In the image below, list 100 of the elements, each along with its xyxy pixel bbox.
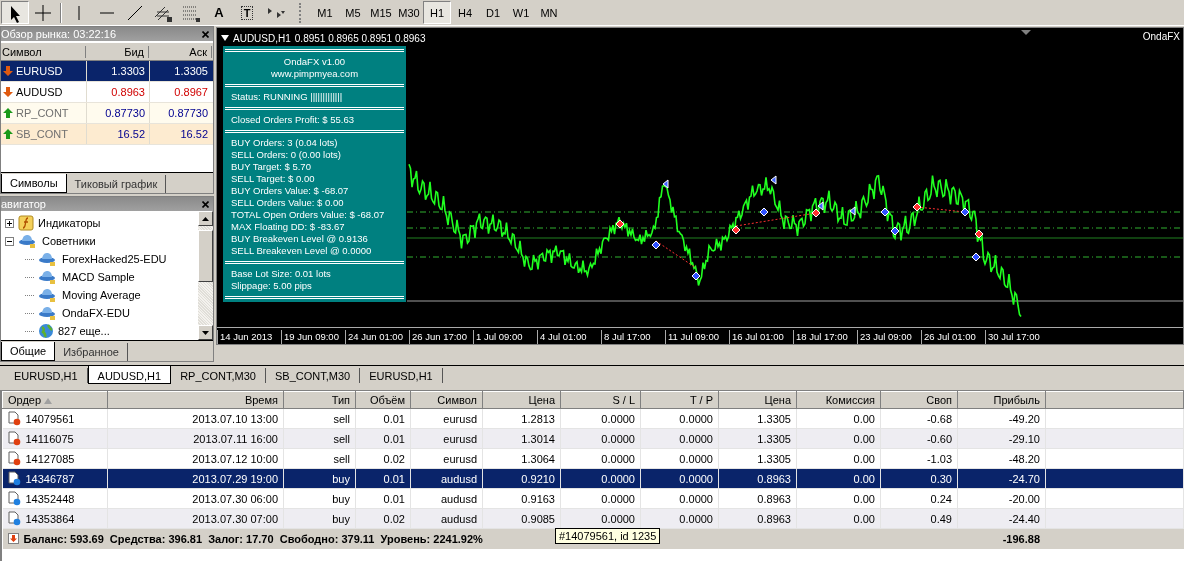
tree-item[interactable]: MACD Sample (62, 271, 135, 283)
column-header[interactable]: Цена (718, 391, 797, 409)
chart-tab[interactable]: EURUSD,H1 (5, 368, 88, 383)
tree-item[interactable]: Советники (42, 235, 96, 247)
timeframe-button[interactable]: W1 (507, 1, 535, 24)
timeframe-button[interactable]: D1 (479, 1, 507, 24)
timeframe-button[interactable]: MN (535, 1, 563, 24)
info-line: SELL Breakeven Level @ 0.0000 (231, 245, 373, 257)
table-cell: sell (283, 408, 356, 429)
order-row[interactable]: 14346787 2013.07.29 19:00 buy 0.01 audusd 0.9210 0.0000 0.0000 0.8963 0.00 0.30 -24.70 (2, 468, 1184, 489)
chart-tab[interactable]: RP_CONT,M30 (171, 368, 266, 383)
table-cell: 0.9163 (482, 488, 561, 509)
timeframe-button[interactable]: H1 (423, 1, 451, 24)
column-header[interactable]: Бид (86, 45, 149, 58)
panel-tab[interactable]: Общие (1, 342, 56, 361)
symbol-text: EURUSD (16, 65, 63, 77)
order-row[interactable]: 14079561 2013.07.10 13:00 sell 0.01 eurusd 1.2813 0.0000 0.0000 1.3305 0.00 -0.68 -49.20 (2, 408, 1184, 429)
hat-icon (38, 305, 58, 321)
column-header[interactable]: Тип (283, 391, 356, 409)
table-cell: eurusd (410, 448, 483, 469)
expand-box-icon[interactable] (5, 236, 14, 246)
table-cell: 2013.07.10 13:00 (107, 408, 284, 429)
table-cell: 0.0000 (640, 488, 719, 509)
panel-tab[interactable]: Символы (1, 174, 67, 193)
table-cell: 0.00 (796, 408, 881, 429)
chart-tab[interactable]: AUDUSD,H1 (87, 366, 172, 384)
table-cell: 0.8963 (718, 488, 797, 509)
timeframe-button[interactable]: M15 (367, 1, 395, 24)
sell-order-icon (7, 451, 21, 466)
market-row[interactable]: EURUSD 1.3303 1.3305 (1, 61, 213, 82)
tree-item[interactable]: 827 еще... (58, 325, 110, 337)
scrollbar[interactable] (198, 211, 213, 340)
column-header[interactable]: Прибыль (957, 391, 1046, 409)
column-header[interactable]: Объём (355, 391, 411, 409)
table-cell: 0.24 (880, 488, 958, 509)
time-label: 26 Jul 01:00 (921, 330, 985, 344)
dropdown-triangle-icon[interactable] (221, 35, 229, 41)
chart-tab[interactable]: EURUSD,H1 (360, 368, 443, 383)
info-line: BUY Target: $ 5.70 (231, 161, 312, 173)
down-arrow-icon (7, 533, 19, 544)
cursor-tool[interactable] (1, 1, 29, 24)
column-header[interactable]: Аск (149, 45, 212, 58)
table-cell: 14116075 (25, 432, 74, 445)
tree-item[interactable]: ForexHacked25-EDU (62, 253, 167, 265)
ask-price: 16.52 (149, 124, 212, 144)
order-row[interactable]: 14127085 2013.07.12 10:00 sell 0.02 eurusd 1.3064 0.0000 0.0000 1.3305 0.00 -1.03 -48.20 (2, 448, 1184, 469)
column-header[interactable]: Время (107, 391, 284, 409)
column-header[interactable]: Ордер (2, 391, 108, 409)
close-icon[interactable] (202, 200, 209, 208)
table-cell: eurusd (410, 408, 483, 429)
column-header[interactable]: Символ (1, 45, 86, 58)
symbol-text: SB_CONT (16, 128, 68, 140)
table-cell: 1.2813 (482, 408, 561, 429)
market-row[interactable]: SB_CONT 16.52 16.52 (1, 124, 213, 145)
ask-price: 1.3305 (149, 61, 212, 81)
scroll-up-icon[interactable] (202, 216, 209, 221)
column-header[interactable]: Цена (482, 391, 561, 409)
table-cell: 2013.07.30 06:00 (107, 488, 284, 509)
panel-tab[interactable]: Избранное (55, 343, 128, 361)
timeframe-button[interactable]: M1 (311, 1, 339, 24)
table-cell: -20.00 (957, 488, 1046, 509)
down-arrow-icon (3, 66, 13, 76)
panel-title: Обзор рынка: 03:22:16 (1, 28, 117, 40)
table-cell: 14346787 (25, 472, 75, 485)
table-cell: 2013.07.12 10:00 (107, 448, 284, 469)
timeframe-button[interactable]: M30 (395, 1, 423, 24)
close-icon[interactable] (202, 30, 209, 38)
scroll-down-icon[interactable] (202, 330, 209, 335)
order-row[interactable]: 14353864 2013.07.30 07:00 buy 0.02 audusd 0.9085 0.0000 0.0000 0.8963 0.00 0.49 -24.40 (2, 508, 1184, 529)
column-header[interactable]: Своп (880, 391, 958, 409)
text-tool[interactable]: A (205, 1, 233, 24)
market-row[interactable]: RP_CONT 0.87730 0.87730 (1, 103, 213, 124)
table-cell: 14079561 (25, 412, 75, 425)
info-line: MAX Floating DD: $ -83.67 (231, 221, 346, 233)
up-arrow-icon (3, 129, 13, 139)
timeframe-button[interactable]: M5 (339, 1, 367, 24)
symbol-text: AUDUSD (16, 86, 63, 98)
chart-tab[interactable]: SB_CONT,M30 (265, 368, 361, 383)
tree-item[interactable]: OndaFX-EDU (62, 307, 130, 319)
column-header[interactable]: T / P (640, 391, 719, 409)
info-line: OndaFX v1.00 (282, 56, 347, 68)
info-line: Closed Orders Profit: $ 55.63 (231, 114, 356, 126)
shift-marker-icon[interactable] (1021, 30, 1031, 35)
info-line: SELL Orders: 0 (0.00 lots) (231, 149, 342, 161)
column-header[interactable]: Комиссия (796, 391, 881, 409)
hat-icon (38, 251, 58, 267)
timeframe-button[interactable]: H4 (451, 1, 479, 24)
order-row[interactable]: 14116075 2013.07.11 16:00 sell 0.01 eurusd 1.3014 0.0000 0.0000 1.3305 0.00 -0.60 -29.10 (2, 428, 1184, 449)
text-label-tool[interactable]: T (233, 1, 261, 24)
time-label: 14 Jun 2013 (217, 330, 281, 344)
tree-item[interactable]: Moving Average (62, 289, 141, 301)
column-header[interactable]: Символ (410, 391, 483, 409)
expand-box-icon[interactable] (5, 218, 14, 228)
order-row[interactable]: 14352448 2013.07.30 06:00 buy 0.01 audusd 0.9163 0.0000 0.0000 0.8963 0.00 0.24 -20.00 (2, 488, 1184, 509)
tree-item[interactable]: Индикаторы (38, 217, 101, 229)
info-line: Status: RUNNING ||||||||||||| (231, 91, 344, 103)
column-header[interactable]: S / L (560, 391, 641, 409)
table-cell: 0.02 (355, 448, 411, 469)
panel-tab[interactable]: Тиковый график (66, 175, 167, 193)
table-cell: -49.20 (957, 408, 1046, 429)
